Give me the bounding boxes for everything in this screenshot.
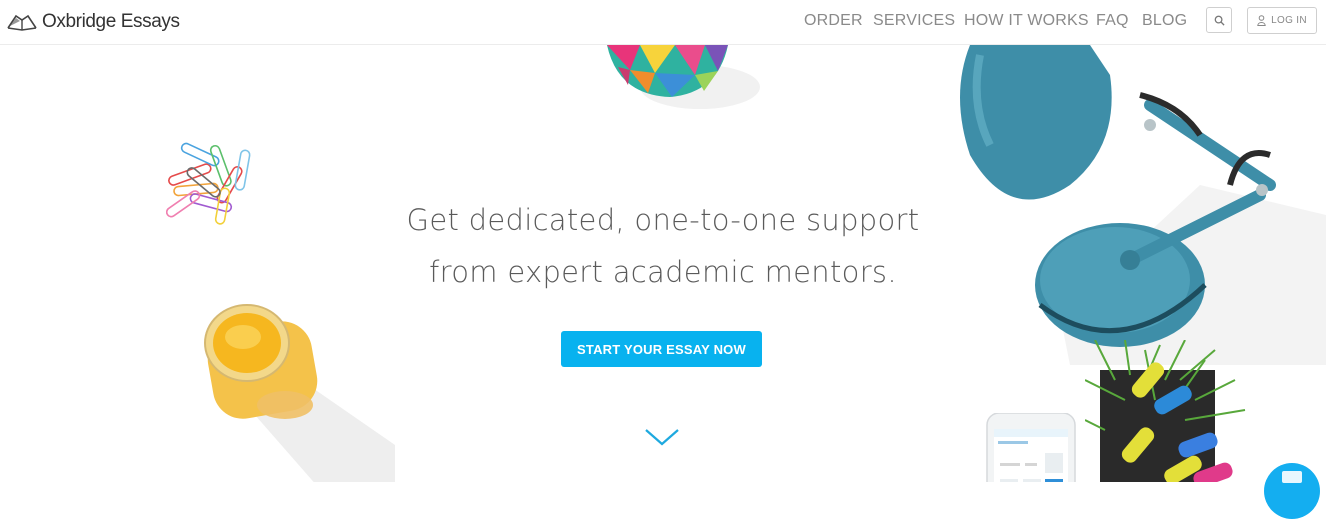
login-button[interactable]: LOG IN <box>1247 7 1317 34</box>
geometric-ball-image <box>607 45 760 109</box>
nav-item-order[interactable]: ORDER <box>804 12 863 30</box>
hero-headline-line1: Get dedicated, one-to-one support <box>406 203 920 237</box>
hero-headline-line2: from expert academic mentors. <box>429 255 897 289</box>
smartphone-image <box>986 413 1076 482</box>
user-icon <box>1257 15 1266 26</box>
hero-section: Get dedicated, one-to-one support from e… <box>0 45 1326 482</box>
chevron-down-icon[interactable] <box>644 426 680 448</box>
nav-item-blog[interactable]: BLOG <box>1142 12 1187 30</box>
nav-item-how-it-works[interactable]: HOW IT WORKS <box>964 12 1089 30</box>
search-button[interactable] <box>1206 7 1232 33</box>
chat-button[interactable] <box>1264 463 1320 519</box>
chat-icon <box>1282 471 1302 483</box>
start-essay-button[interactable]: START YOUR ESSAY NOW <box>561 331 762 367</box>
plant-pot-image <box>1085 340 1246 482</box>
book-icon <box>7 14 37 31</box>
brand-logo[interactable]: Oxbridge Essays <box>6 9 180 35</box>
site-header: Oxbridge Essays ORDER SERVICES HOW IT WO… <box>0 0 1326 45</box>
search-icon <box>1214 15 1225 26</box>
brand-name: Oxbridge Essays <box>42 11 180 32</box>
login-label: LOG IN <box>1271 15 1307 26</box>
nav-item-services[interactable]: SERVICES <box>873 12 955 30</box>
nav-item-faq[interactable]: FAQ <box>1096 12 1129 30</box>
juice-glass-image <box>204 304 395 482</box>
